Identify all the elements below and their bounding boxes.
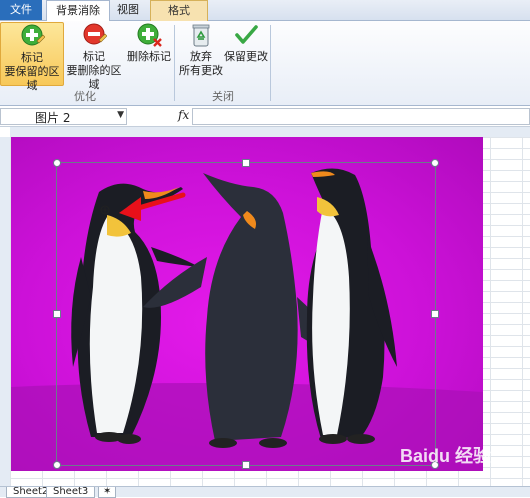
delete-mark-button[interactable]: 删除标记 (126, 22, 172, 64)
checkmark-icon (235, 25, 258, 44)
ribbon: 标记 要保留的区域 标记 要删除的区域 删除标记 优化 放弃 所有更改 保留更改… (0, 21, 530, 106)
mark-areas-to-remove-button[interactable]: 标记 要删除的区域 (64, 22, 124, 92)
watermark-text: Baidu 经验 (400, 445, 492, 466)
pencil-minus-icon (83, 23, 107, 45)
formula-bar: 图片 2 ▼ fx (0, 106, 530, 127)
resize-handle-top-right[interactable] (431, 159, 439, 167)
tab-format[interactable]: 格式 (150, 0, 208, 21)
baidu-watermark: Baidu 经验 (400, 440, 520, 470)
discard-line1: 放弃 (190, 50, 212, 63)
resize-handle-top[interactable] (242, 159, 250, 167)
recycle-bin-icon (192, 24, 210, 47)
ribbon-tab-bar: 文件 背景消除 视图 格式 (0, 0, 530, 22)
discard-line2: 所有更改 (179, 64, 223, 77)
insert-function-icon[interactable]: fx (178, 108, 189, 122)
keep-changes-button[interactable]: 保留更改 (224, 22, 268, 64)
picture-selection-frame[interactable] (56, 162, 436, 466)
baidu-paw-icon: Baidu 经验 (400, 445, 492, 466)
discard-all-changes-button[interactable]: 放弃 所有更改 (178, 22, 224, 78)
mark-keep-line2: 要保留的区域 (4, 65, 60, 92)
group-label-close: 关闭 (212, 90, 234, 103)
sheet-tab-bar: Sheet2 Sheet3 ✶ (0, 486, 530, 498)
resize-handle-top-left[interactable] (53, 159, 61, 167)
group-label-refine: 优化 (74, 90, 96, 103)
delete-mark-label: 删除标记 (127, 50, 171, 63)
pencil-plus-icon (21, 24, 45, 46)
eraser-x-icon (137, 23, 162, 47)
mark-areas-to-keep-button[interactable]: 标记 要保留的区域 (0, 22, 64, 92)
group-separator (270, 25, 271, 101)
keep-changes-label: 保留更改 (224, 50, 268, 63)
name-box-value: 图片 2 (35, 111, 71, 125)
mark-keep-line1: 标记 (21, 51, 43, 64)
tab-view[interactable]: 视图 (112, 0, 144, 20)
mark-remove-line1: 标记 (83, 50, 105, 63)
tab-file[interactable]: 文件 (0, 0, 42, 20)
group-separator (174, 25, 175, 101)
new-sheet-icon[interactable]: ✶ (98, 487, 117, 498)
sheet-tab[interactable]: Sheet3 (46, 487, 96, 498)
resize-handle-bottom-left[interactable] (53, 461, 61, 469)
tab-background-removal[interactable]: 背景消除 (46, 0, 110, 22)
name-box[interactable]: 图片 2 ▼ (0, 108, 127, 125)
formula-input[interactable] (192, 108, 530, 125)
resize-handle-right[interactable] (431, 310, 439, 318)
chevron-down-icon[interactable]: ▼ (117, 110, 124, 120)
resize-handle-left[interactable] (53, 310, 61, 318)
resize-handle-bottom[interactable] (242, 461, 250, 469)
